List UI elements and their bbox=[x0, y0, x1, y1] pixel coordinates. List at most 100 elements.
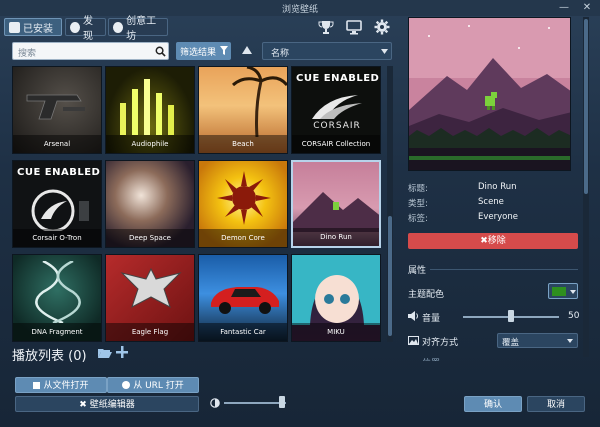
plus-icon[interactable] bbox=[116, 346, 128, 358]
grid-scrollbar-thumb[interactable] bbox=[388, 216, 392, 336]
open-from-file-label: 从文件打开 bbox=[43, 381, 89, 391]
close-button[interactable]: ✕ bbox=[578, 0, 596, 16]
sort-up-icon[interactable] bbox=[242, 46, 252, 54]
monitor-icon[interactable] bbox=[346, 19, 362, 35]
tab-installed-label: 已安装 bbox=[23, 23, 53, 35]
contrast-icon bbox=[210, 398, 220, 408]
cue-enabled-badge: CUE ENABLED bbox=[296, 73, 380, 84]
corsair-sails-logo bbox=[312, 95, 362, 119]
wallpaper-editor-label: 壁纸编辑器 bbox=[89, 400, 135, 410]
open-from-url-label: 从 URL 打开 bbox=[133, 381, 184, 391]
tab-workshop-label: 创意工坊 bbox=[126, 16, 157, 42]
wallpaper-name: MIKU bbox=[292, 323, 380, 341]
save-icon bbox=[9, 21, 20, 33]
alignment-value: 覆盖 bbox=[502, 338, 520, 348]
wallpaper-tile[interactable]: Eagle Flag bbox=[105, 254, 195, 342]
details-scrollbar-thumb[interactable] bbox=[584, 19, 588, 194]
wallpaper-name: Dino Run bbox=[293, 228, 379, 246]
theme-color-picker[interactable] bbox=[548, 283, 578, 299]
wallpaper-tile[interactable]: Audiophile bbox=[105, 66, 195, 154]
spiky-core-thumbnail bbox=[217, 171, 271, 225]
grid-scrollbar[interactable] bbox=[387, 66, 393, 342]
alignment-select[interactable]: 覆盖 bbox=[497, 333, 578, 348]
wallpaper-tile[interactable]: DNA Fragment bbox=[12, 254, 102, 342]
wallpaper-tile[interactable]: Fantastic Car bbox=[198, 254, 288, 342]
globe-icon bbox=[122, 381, 131, 389]
position-label-partial: 位置 bbox=[422, 356, 440, 361]
filter-results-button[interactable]: 筛选结果 bbox=[176, 42, 231, 60]
remove-button[interactable]: ✖移除 bbox=[408, 233, 578, 249]
gear-icon[interactable] bbox=[374, 19, 390, 35]
chevron-down-icon bbox=[570, 290, 576, 294]
dino-run-preview-art bbox=[409, 18, 570, 170]
wallpaper-tile[interactable]: MIKU bbox=[291, 254, 381, 342]
wallpaper-name: Eagle Flag bbox=[106, 323, 194, 341]
wallpaper-name: Audiophile bbox=[106, 135, 194, 153]
compass-icon bbox=[70, 21, 80, 33]
wallpaper-name: DNA Fragment bbox=[13, 323, 101, 341]
details-scrollbar[interactable] bbox=[583, 17, 589, 357]
o-tron-thumbnail bbox=[31, 189, 89, 231]
wallpaper-name: Arsenal bbox=[13, 135, 101, 153]
confirm-button[interactable]: 确认 bbox=[464, 396, 522, 412]
chevron-down-icon bbox=[381, 49, 388, 54]
wallpaper-name: Beach bbox=[199, 135, 287, 153]
pistol-thumbnail bbox=[26, 94, 85, 120]
wallpaper-tile[interactable]: Deep Space bbox=[105, 160, 195, 248]
chevron-down-icon bbox=[567, 339, 573, 343]
tab-workshop[interactable]: 创意工坊 bbox=[108, 16, 168, 42]
open-from-url-button[interactable]: 从 URL 打开 bbox=[107, 377, 199, 393]
tools-icon: ✖ bbox=[79, 400, 87, 410]
volume-label: 音量 bbox=[422, 314, 441, 324]
sort-select[interactable]: 名称 bbox=[262, 42, 392, 60]
wallpaper-grid: Arsenal Audiophile Beach CUE ENABLED COR… bbox=[12, 66, 384, 342]
volume-icon bbox=[408, 311, 418, 321]
search-input[interactable]: 搜索 bbox=[12, 42, 169, 60]
wallpaper-tile[interactable]: Demon Core bbox=[198, 160, 288, 248]
trophy-icon[interactable] bbox=[318, 19, 334, 35]
cue-enabled-badge: CUE ENABLED bbox=[17, 167, 101, 178]
corsair-brand-text: CORSAIR bbox=[313, 121, 361, 131]
wallpaper-editor-button[interactable]: ✖ 壁纸编辑器 bbox=[15, 396, 199, 412]
properties-divider bbox=[430, 269, 578, 270]
wallpaper-browser-window: 浏览壁纸 — ✕ 已安装 发现 创意工坊 搜索 筛选结果 名称 Arsenal … bbox=[0, 0, 600, 427]
steam-icon bbox=[113, 21, 124, 33]
dna-helix-thumbnail bbox=[35, 261, 81, 323]
title-value: Dino Run bbox=[478, 182, 517, 192]
tab-installed[interactable]: 已安装 bbox=[4, 18, 62, 36]
wallpaper-preview bbox=[408, 17, 571, 171]
image-icon bbox=[408, 336, 419, 345]
eagle-emblem-thumbnail bbox=[120, 267, 182, 309]
wallpaper-tile[interactable]: Arsenal bbox=[12, 66, 102, 154]
tab-discover[interactable]: 发现 bbox=[65, 16, 106, 42]
brightness-slider[interactable] bbox=[224, 402, 286, 404]
red-car-thumbnail bbox=[211, 287, 279, 314]
open-from-file-button[interactable]: 从文件打开 bbox=[15, 377, 107, 393]
sort-label: 名称 bbox=[271, 49, 290, 59]
minimize-button[interactable]: — bbox=[555, 0, 573, 16]
wallpaper-tile[interactable]: Beach bbox=[198, 66, 288, 154]
mountain-thumbnail bbox=[293, 192, 379, 232]
upload-icon bbox=[33, 382, 41, 389]
playlist-label: 播放列表 (0) bbox=[12, 349, 87, 364]
tab-discover-label: 发现 bbox=[82, 16, 93, 42]
search-placeholder: 搜索 bbox=[18, 49, 37, 59]
filter-label: 筛选结果 bbox=[180, 48, 217, 58]
folder-open-icon[interactable] bbox=[98, 347, 112, 359]
search-icon[interactable] bbox=[155, 46, 166, 57]
wallpaper-name: Corsair O-Tron bbox=[13, 229, 101, 247]
volume-value: 50 bbox=[568, 311, 580, 321]
volume-slider-knob[interactable] bbox=[508, 310, 514, 322]
theme-color-swatch bbox=[552, 287, 566, 296]
filter-icon bbox=[220, 46, 228, 55]
brightness-slider-knob[interactable] bbox=[278, 396, 285, 408]
title-label: 标题: bbox=[408, 184, 428, 194]
cancel-button[interactable]: 取消 bbox=[527, 396, 585, 412]
wallpaper-tile[interactable]: CUE ENABLED Corsair O-Tron bbox=[12, 160, 102, 248]
wallpaper-tile[interactable]: CUE ENABLED CORSAIR CORSAIR Collection bbox=[291, 66, 381, 154]
type-label: 类型: bbox=[408, 199, 428, 209]
wallpaper-name: Deep Space bbox=[106, 229, 194, 247]
type-value: Scene bbox=[478, 197, 504, 207]
tags-value: Everyone bbox=[478, 212, 518, 222]
wallpaper-tile-selected[interactable]: Dino Run bbox=[291, 160, 381, 248]
